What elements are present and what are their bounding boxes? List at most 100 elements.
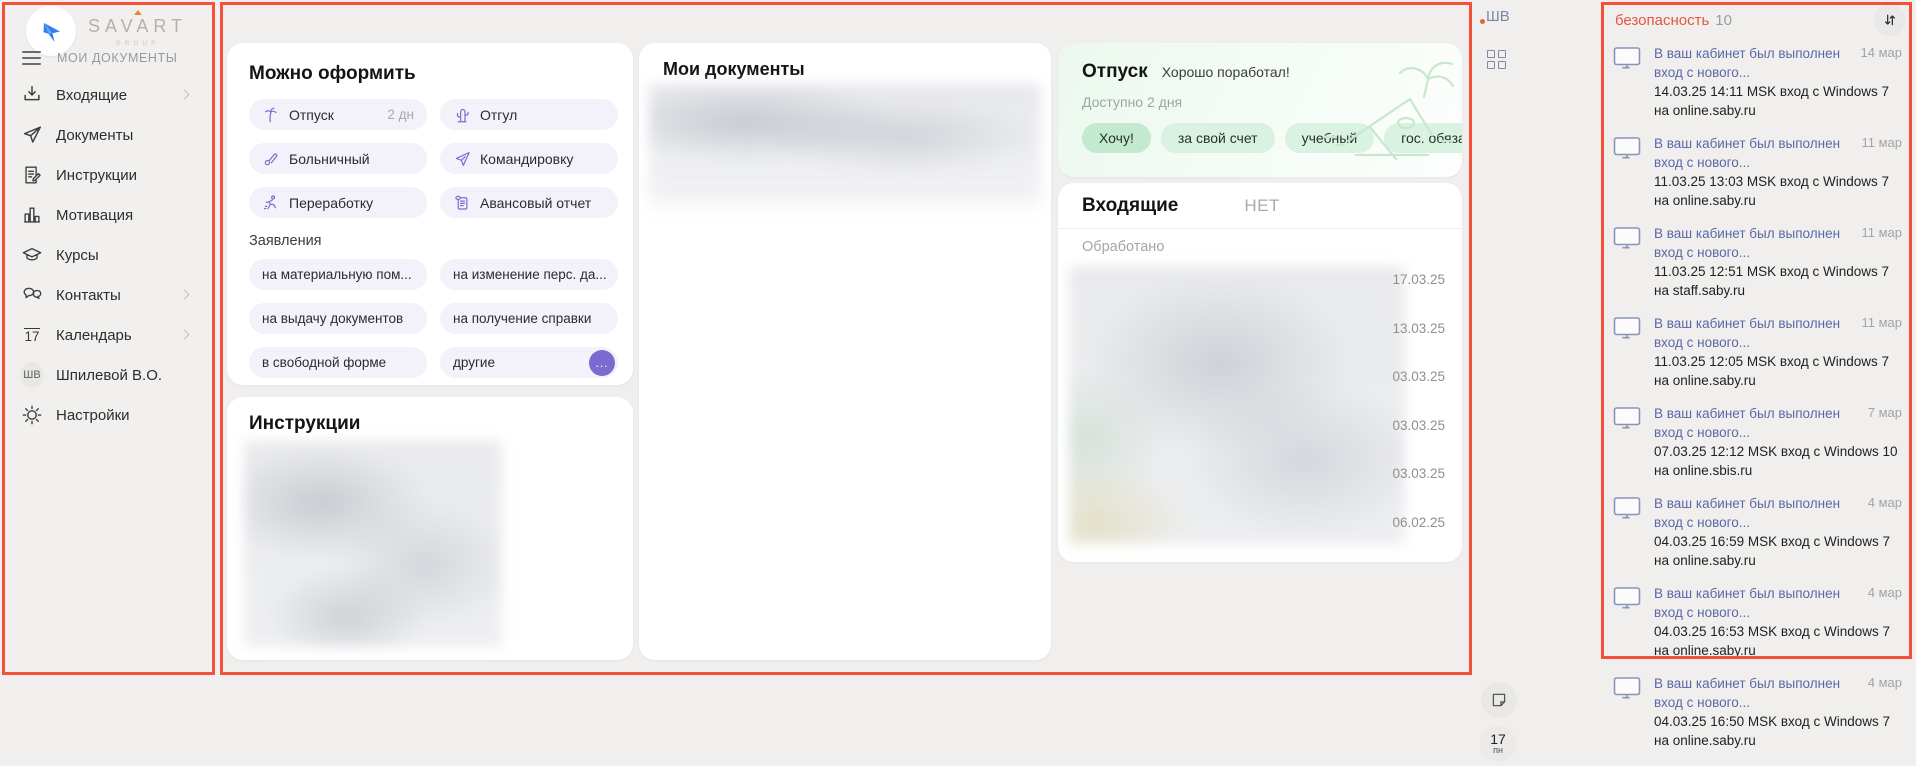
notification-date: 4 мар	[1868, 495, 1902, 510]
user-initials-button[interactable]: ШВ	[1486, 8, 1510, 25]
instructions-card: Инструкции	[227, 397, 633, 660]
sidebar-nav: Входящие Документы Инструкции Мотивация …	[0, 75, 218, 435]
thermometer-icon	[262, 150, 280, 168]
statement-free-form-button[interactable]: в свободной форме	[249, 347, 427, 378]
inbox-date-column: 17.03.25 13.03.25 03.03.25 03.03.25 03.0…	[1392, 270, 1445, 532]
notes-button[interactable]	[1481, 682, 1517, 718]
notification-item[interactable]: В ваш кабинет был выполнен вход с нового…	[1613, 224, 1904, 300]
chat-bubbles-icon	[20, 283, 44, 307]
my-documents-blurred-content[interactable]	[649, 84, 1041, 180]
notification-date: 11 мар	[1861, 315, 1902, 330]
gear-icon	[20, 403, 44, 427]
bar-chart-icon	[20, 203, 44, 227]
sort-button[interactable]	[1874, 4, 1906, 36]
inbox-status: НЕТ	[1244, 196, 1280, 216]
notification-date: 11 мар	[1861, 135, 1902, 150]
sidebar-item-settings[interactable]: Настройки	[0, 395, 218, 435]
palm-tree-icon	[262, 106, 280, 124]
more-options-button[interactable]: ...	[589, 350, 615, 376]
notification-date: 7 мар	[1868, 405, 1902, 420]
mini-calendar-button[interactable]: 17 пн	[1480, 726, 1516, 762]
monitor-icon	[1613, 316, 1641, 340]
sidebar-item-courses[interactable]: Курсы	[0, 235, 218, 275]
vacation-card: Отпуск Хорошо поработал! Доступно 2 дня …	[1058, 43, 1462, 177]
statement-get-certificate-button[interactable]: на получение справки	[440, 303, 618, 334]
sidebar-item-profile[interactable]: ШВ Шпилевой В.О.	[0, 355, 218, 395]
vacation-days-badge: 2 дн	[387, 107, 414, 122]
inbox-row-date: 06.02.25	[1392, 513, 1445, 532]
sort-arrows-icon	[1882, 12, 1898, 28]
monitor-icon	[1613, 406, 1641, 430]
notification-item[interactable]: В ваш кабинет был выполнен вход с нового…	[1613, 44, 1904, 120]
notifications-category[interactable]: безопасность	[1615, 12, 1709, 29]
vacation-own-expense-button[interactable]: за свой счет	[1161, 123, 1275, 153]
brand-subtitle: GROUP	[88, 40, 187, 47]
menu-hamburger-icon[interactable]	[22, 51, 41, 65]
paper-plane-icon	[20, 123, 44, 147]
notification-date: 4 мар	[1868, 585, 1902, 600]
chevron-right-icon	[180, 90, 190, 100]
sidebar-item-inbox[interactable]: Входящие	[0, 75, 218, 115]
monitor-icon	[1613, 46, 1641, 70]
inbox-row-date: 13.03.25	[1392, 319, 1445, 338]
statement-issue-documents-button[interactable]: на выдачу документов	[249, 303, 427, 334]
document-edit-icon	[20, 163, 44, 187]
notifications-panel: безопасность 10 В ваш кабинет был выполн…	[1601, 0, 1914, 766]
overtime-person-icon	[262, 194, 280, 212]
vacation-title: Отпуск	[1082, 61, 1148, 83]
my-documents-card: Мои документы	[639, 43, 1051, 660]
statement-other-button[interactable]: другие ...	[440, 347, 618, 378]
notifications-count: 10	[1715, 12, 1732, 29]
monitor-icon	[1613, 496, 1641, 520]
apps-grid-icon[interactable]	[1487, 50, 1506, 69]
apply-sick-leave-button[interactable]: Больничный	[249, 143, 427, 174]
inbox-icon	[20, 83, 44, 107]
my-documents-title: Мои документы	[663, 59, 1027, 80]
statements-group-label: Заявления	[249, 233, 611, 249]
sidebar-item-documents[interactable]: Документы	[0, 115, 218, 155]
inbox-title: Входящие	[1082, 195, 1178, 217]
statement-material-aid-button[interactable]: на материальную пом...	[249, 259, 427, 290]
instructions-blurred-content[interactable]	[244, 441, 502, 647]
sidebar-item-contacts[interactable]: Контакты	[0, 275, 218, 315]
monitor-icon	[1613, 136, 1641, 160]
vacation-illustration	[1310, 45, 1460, 175]
notification-item[interactable]: В ваш кабинет был выполнен вход с нового…	[1613, 584, 1904, 660]
sidebar-item-calendar[interactable]: 17 Календарь	[0, 315, 218, 355]
statement-personal-data-button[interactable]: на изменение перс. да...	[440, 259, 618, 290]
monitor-icon	[1613, 586, 1641, 610]
notification-item[interactable]: В ваш кабинет был выполнен вход с нового…	[1613, 674, 1904, 750]
notification-item[interactable]: В ваш кабинет был выполнен вход с нового…	[1613, 404, 1904, 480]
calendar-17-icon: 17	[20, 323, 44, 347]
apply-vacation-button[interactable]: Отпуск 2 дн	[249, 99, 427, 130]
sidebar-section-label: МОИ ДОКУМЕНТЫ	[57, 51, 177, 65]
notification-item[interactable]: В ваш кабинет был выполнен вход с нового…	[1613, 494, 1904, 570]
chevron-right-icon	[180, 290, 190, 300]
airplane-icon	[453, 150, 471, 168]
notification-item[interactable]: В ваш кабинет был выполнен вход с нового…	[1613, 134, 1904, 210]
apply-business-trip-button[interactable]: Командировку	[440, 143, 618, 174]
profile-initials-avatar: ШВ	[20, 363, 44, 387]
brand-caret-icon	[134, 10, 142, 15]
my-documents-blurred-fade	[649, 180, 1041, 214]
note-icon	[1490, 691, 1508, 709]
vacation-subtitle: Хорошо поработал!	[1162, 64, 1290, 80]
inbox-card: Входящие НЕТ Обработано 17.03.25 13.03.2…	[1058, 183, 1462, 562]
monitor-icon	[1613, 226, 1641, 250]
app-window: SAVART GROUP МОИ ДОКУМЕНТЫ Входящие Доку…	[0, 0, 1916, 766]
apply-expense-report-button[interactable]: Авансовый отчет	[440, 187, 618, 218]
inbox-row-date: 03.03.25	[1392, 416, 1445, 435]
cactus-icon	[453, 106, 471, 124]
can-apply-card: Можно оформить Отпуск 2 дн Отгул Больнич…	[227, 43, 633, 385]
inbox-blurred-content[interactable]	[1069, 266, 1405, 544]
sidebar-item-motivation[interactable]: Мотивация	[0, 195, 218, 235]
notification-dot	[1480, 19, 1485, 24]
notification-item[interactable]: В ваш кабинет был выполнен вход с нового…	[1613, 314, 1904, 390]
sidebar-item-instructions[interactable]: Инструкции	[0, 155, 218, 195]
vacation-want-button[interactable]: Хочу!	[1082, 123, 1151, 153]
inbox-row-date: 03.03.25	[1392, 464, 1445, 483]
inbox-row-date: 03.03.25	[1392, 367, 1445, 386]
apply-overtime-button[interactable]: Переработку	[249, 187, 427, 218]
graduation-cap-icon	[20, 243, 44, 267]
apply-dayoff-button[interactable]: Отгул	[440, 99, 618, 130]
